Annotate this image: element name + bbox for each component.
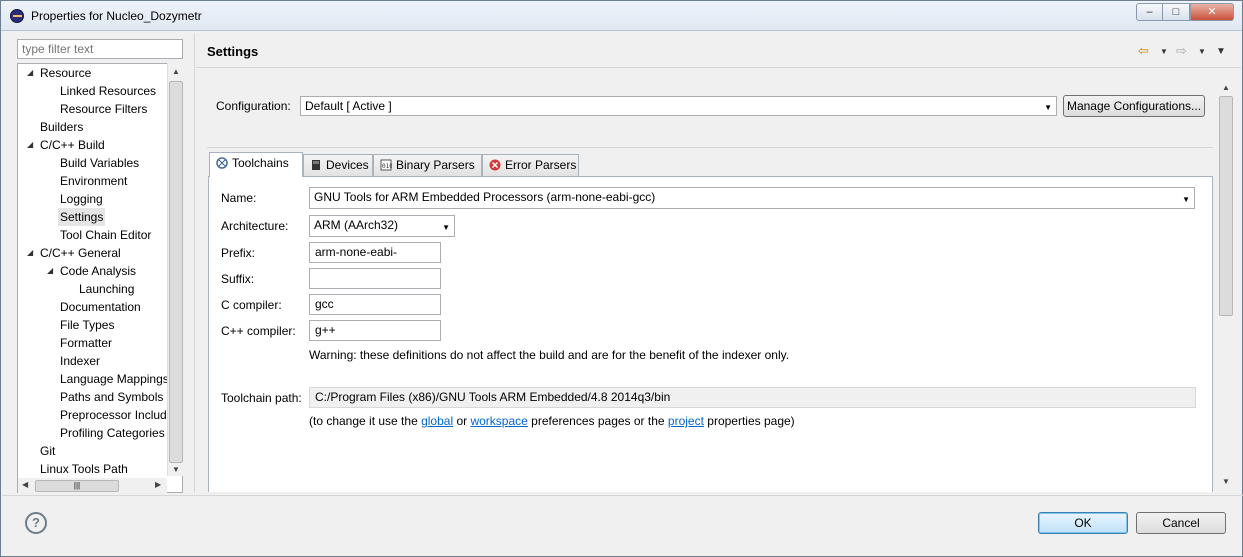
forward-arrow-icon[interactable]: ⇨ xyxy=(1176,43,1187,59)
tab-devices[interactable]: Devices xyxy=(303,154,373,176)
expanded-arrow-icon[interactable]: ◢ xyxy=(27,136,33,154)
back-arrow-icon[interactable]: ⇦ xyxy=(1138,43,1149,59)
configuration-divider xyxy=(207,147,1213,148)
tree-item-cpp-build[interactable]: ◢ C/C++ Build xyxy=(27,136,105,154)
scroll-thumb[interactable] xyxy=(1219,96,1233,316)
scroll-left-icon[interactable]: ◀ xyxy=(22,480,28,489)
tab-binary-parsers[interactable]: 010 Binary Parsers xyxy=(373,154,482,176)
tree-item-linked-resources[interactable]: Linked Resources xyxy=(60,82,156,100)
prefix-input[interactable]: arm-none-eabi- xyxy=(309,242,441,263)
toolchain-path-label: Toolchain path: xyxy=(221,391,302,405)
tab-toolchains[interactable]: Toolchains xyxy=(209,152,303,177)
expanded-arrow-icon[interactable]: ◢ xyxy=(47,262,53,280)
architecture-label: Architecture: xyxy=(221,219,289,233)
expanded-arrow-icon[interactable]: ◢ xyxy=(27,64,33,82)
title-bar[interactable]: Properties for Nucleo_Dozymetr – □ ✕ xyxy=(1,1,1242,31)
tree-item-formatter[interactable]: Formatter xyxy=(60,334,112,352)
tree-item-settings[interactable]: Settings xyxy=(58,208,106,226)
toolchains-icon xyxy=(216,157,228,169)
dropdown-arrow-icon[interactable]: ▼ xyxy=(1182,193,1190,207)
manage-configurations-button[interactable]: Manage Configurations... xyxy=(1063,95,1205,117)
scroll-thumb[interactable]: ||| xyxy=(35,480,119,492)
scroll-down-icon[interactable]: ▼ xyxy=(172,465,180,474)
tree-item-tool-chain-editor[interactable]: Tool Chain Editor xyxy=(60,226,151,244)
dropdown-arrow-icon[interactable]: ▼ xyxy=(442,221,450,235)
tab-error-parsers[interactable]: Error Parsers xyxy=(482,154,579,176)
tree-item-paths-and-symbols[interactable]: Paths and Symbols xyxy=(60,388,163,406)
binary-parsers-icon: 010 xyxy=(380,159,392,171)
help-icon[interactable]: ? xyxy=(25,512,47,534)
tree-item-linux-tools-path[interactable]: Linux Tools Path xyxy=(40,460,128,478)
svg-text:010: 010 xyxy=(382,163,392,170)
properties-dialog: Properties for Nucleo_Dozymetr – □ ✕ ◢Re… xyxy=(0,0,1243,557)
devices-icon xyxy=(312,160,320,170)
minimize-button[interactable]: – xyxy=(1136,3,1163,21)
change-path-hint: (to change it use the global or workspac… xyxy=(309,414,795,428)
page-title: Settings xyxy=(207,44,259,59)
architecture-select[interactable]: ARM (AArch32) ▼ xyxy=(309,215,455,237)
tree-item-language-mappings[interactable]: Language Mappings xyxy=(60,370,169,388)
suffix-label: Suffix: xyxy=(221,272,255,286)
global-preferences-link[interactable]: global xyxy=(421,414,453,428)
view-menu-icon[interactable]: ▼ xyxy=(1216,46,1226,57)
ok-button[interactable]: OK xyxy=(1038,512,1128,534)
tree-vertical-scrollbar[interactable]: ▲ ▼ xyxy=(167,63,183,476)
configuration-label: Configuration: xyxy=(216,99,291,113)
panel-splitter[interactable] xyxy=(194,33,195,493)
scroll-up-icon[interactable]: ▲ xyxy=(1222,83,1230,92)
tree-item-build-variables[interactable]: Build Variables xyxy=(60,154,139,172)
tree-item-file-types[interactable]: File Types xyxy=(60,316,114,334)
tree-item-indexer[interactable]: Indexer xyxy=(60,352,100,370)
back-menu-chevron-icon[interactable]: ▼ xyxy=(1160,47,1168,56)
header-divider xyxy=(196,67,1241,68)
tree-item-profiling-categories[interactable]: Profiling Categories xyxy=(60,424,165,442)
workspace-preferences-link[interactable]: workspace xyxy=(470,414,527,428)
tree-item-code-analysis[interactable]: ◢ Code Analysis xyxy=(47,262,136,280)
tree-item-resource[interactable]: ◢ Resource xyxy=(27,64,91,82)
settings-vertical-scrollbar[interactable]: ▲ ▼ xyxy=(1218,81,1234,491)
scroll-up-icon[interactable]: ▲ xyxy=(172,67,180,76)
tree-item-git[interactable]: Git xyxy=(40,442,55,460)
cpp-compiler-label: C++ compiler: xyxy=(221,324,296,338)
footer-divider xyxy=(2,495,1243,496)
close-button[interactable]: ✕ xyxy=(1190,3,1234,21)
expanded-arrow-icon[interactable]: ◢ xyxy=(27,244,33,262)
tree-item-builders[interactable]: Builders xyxy=(40,118,83,136)
scroll-right-icon[interactable]: ▶ xyxy=(155,480,161,489)
scroll-down-icon[interactable]: ▼ xyxy=(1222,477,1230,486)
configuration-select[interactable]: Default [ Active ] ▼ xyxy=(300,96,1057,116)
tree-item-preprocessor-include[interactable]: Preprocessor Include xyxy=(60,406,173,424)
error-parsers-icon xyxy=(489,159,501,171)
eclipse-icon xyxy=(10,9,24,23)
c-compiler-input[interactable]: gcc xyxy=(309,294,441,315)
scroll-thumb[interactable] xyxy=(169,81,183,463)
project-properties-link[interactable]: project xyxy=(668,414,704,428)
dropdown-arrow-icon[interactable]: ▼ xyxy=(1044,101,1052,115)
properties-tree: ◢ Resource Linked Resources Resource Filt… xyxy=(17,63,183,493)
maximize-button[interactable]: □ xyxy=(1162,3,1190,21)
cancel-button[interactable]: Cancel xyxy=(1136,512,1226,534)
cpp-compiler-input[interactable]: g++ xyxy=(309,320,441,341)
filter-input[interactable] xyxy=(17,39,183,59)
tree-item-resource-filters[interactable]: Resource Filters xyxy=(60,100,147,118)
tree-item-launching[interactable]: Launching xyxy=(79,280,134,298)
tree-item-environment[interactable]: Environment xyxy=(60,172,127,190)
toolchain-name-select[interactable]: GNU Tools for ARM Embedded Processors (a… xyxy=(309,187,1195,209)
toolchain-path-field: C:/Program Files (x86)/GNU Tools ARM Emb… xyxy=(309,387,1196,408)
c-compiler-label: C compiler: xyxy=(221,298,282,312)
prefix-label: Prefix: xyxy=(221,246,256,260)
tree-item-documentation[interactable]: Documentation xyxy=(60,298,141,316)
forward-menu-chevron-icon[interactable]: ▼ xyxy=(1198,47,1206,56)
window-title: Properties for Nucleo_Dozymetr xyxy=(31,9,202,23)
tree-item-cpp-general[interactable]: ◢ C/C++ General xyxy=(27,244,121,262)
tree-item-logging[interactable]: Logging xyxy=(60,190,103,208)
suffix-input[interactable] xyxy=(309,268,441,289)
tree-horizontal-scrollbar[interactable]: ◀ ||| ▶ xyxy=(18,478,167,493)
name-label: Name: xyxy=(221,191,257,205)
indexer-warning: Warning: these definitions do not affect… xyxy=(309,348,790,362)
